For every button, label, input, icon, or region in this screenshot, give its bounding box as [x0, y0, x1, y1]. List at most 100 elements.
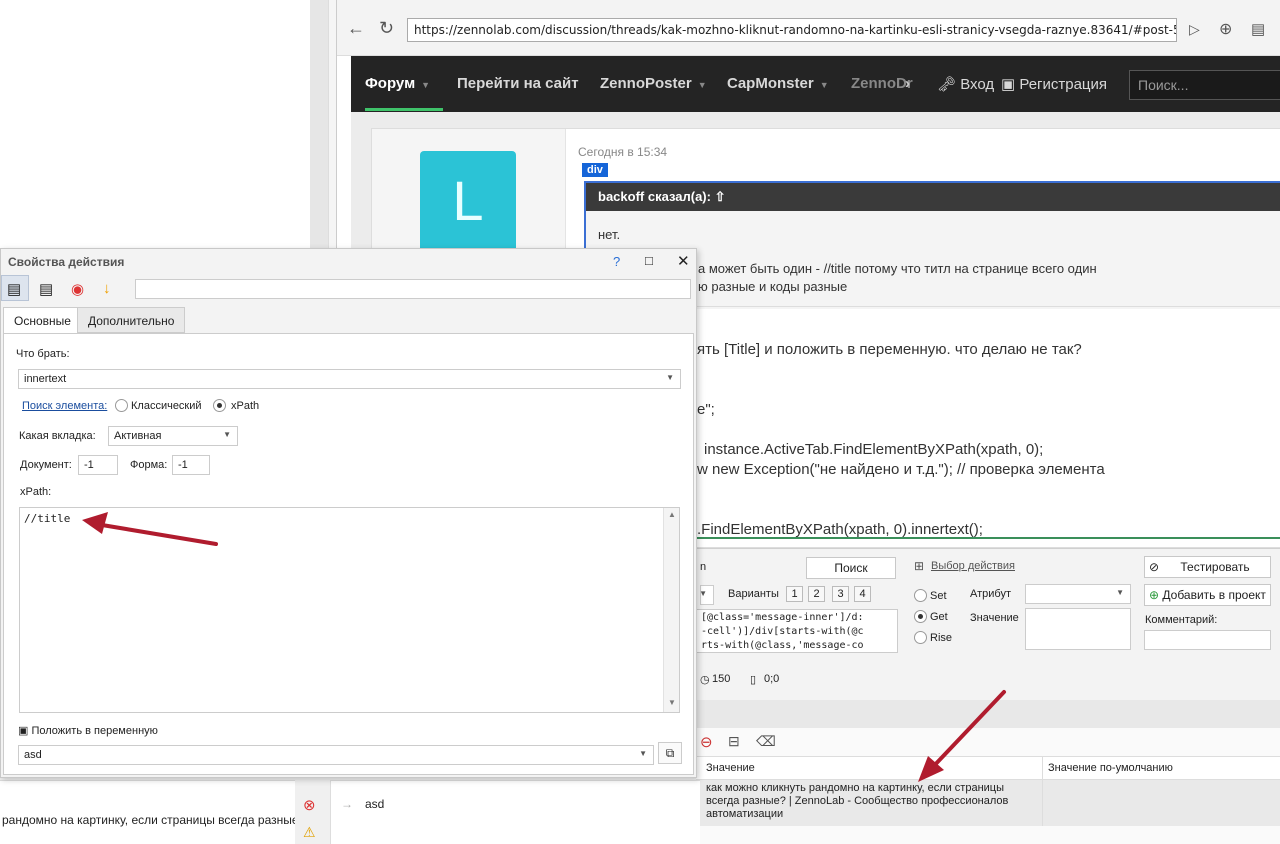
warning-icon[interactable]: ⚠ — [303, 824, 316, 841]
chevron-down-icon: ▼ — [697, 80, 707, 90]
what-to-take-label: Что брать: — [16, 348, 70, 360]
chevron-down-icon: ▼ — [819, 80, 829, 90]
variant-3[interactable]: 3 — [832, 586, 849, 602]
login-link[interactable]: 🗝 Вход — [937, 75, 994, 93]
forum-search-input[interactable]: Поиск... — [1129, 70, 1280, 100]
arrow-right-icon: → — [341, 797, 353, 811]
xpath-label: xPath: — [20, 486, 52, 498]
variable-select[interactable]: asd ▼ — [18, 745, 654, 765]
radio-xpath[interactable] — [213, 399, 226, 412]
code-line: [@class='message-inner']/d: — [701, 612, 864, 623]
attribute-select[interactable]: ▼ — [1025, 584, 1131, 604]
variables-panel: ⊖ ⊟ ⌫ Значение Значение по-умолчанию как… — [696, 728, 1280, 844]
document-label: Документ: — [20, 459, 72, 471]
tab-select-value: Активная — [114, 430, 162, 442]
radio-classic[interactable] — [115, 399, 128, 412]
nav-site[interactable]: Перейти на сайт — [457, 75, 579, 92]
play-icon[interactable]: ▷ — [1189, 21, 1200, 38]
variant-1[interactable]: 1 — [786, 586, 803, 602]
avatar[interactable]: L — [420, 151, 516, 251]
help-button[interactable]: ? — [613, 254, 620, 269]
log-panel: рандомно на картинку, если страницы всег… — [0, 780, 330, 844]
variable-name[interactable]: asd — [365, 797, 384, 811]
eraser-icon[interactable]: ⌫ — [756, 733, 776, 750]
post-text: instance.ActiveTab.FindElementByXPath(xp… — [704, 441, 1044, 458]
address-bar: ← ↻ https://zennolab.com/discussion/thre… — [337, 0, 1280, 56]
radio-set[interactable] — [914, 589, 927, 602]
xpath-code-box[interactable]: [@class='message-inner']/d: -cell')]/div… — [696, 609, 898, 653]
scrollbar[interactable]: ▲ ▼ — [663, 508, 679, 712]
radio-rise-label: Rise — [930, 632, 953, 644]
copy-icon[interactable]: ⧉ — [658, 742, 682, 764]
register-link[interactable]: ▣ Регистрация — [1001, 75, 1107, 93]
arrow-up-icon: ⇧ — [714, 189, 726, 204]
active-indicator — [365, 108, 443, 111]
chevron-down-icon: ▼ — [421, 80, 431, 90]
code-line: -cell')]/div[starts-with(@c — [701, 626, 864, 637]
action-properties-dialog: Свойства действия ? □ ✕ ▤ ▤ ◉ ↓ Основные… — [0, 248, 697, 778]
document-input[interactable]: -1 — [78, 455, 118, 475]
grid-icon: ⊞ — [914, 559, 925, 573]
url-input[interactable]: https://zennolab.com/discussion/threads/… — [407, 18, 1177, 42]
nav-zennodroid[interactable]: ZennoDr — [851, 75, 913, 92]
choose-action-link[interactable]: Выбор действия — [931, 560, 1015, 572]
add-to-project-button[interactable]: ⊕ Добавить в проект — [1144, 584, 1271, 606]
mouse-icon: ▯ — [750, 674, 757, 686]
nav-forum[interactable]: Форум ▼ — [365, 75, 430, 92]
element-tag-badge: div — [582, 163, 608, 177]
column-default[interactable]: Значение по-умолчанию — [1048, 762, 1173, 774]
tab-extra[interactable]: Дополнительно — [77, 307, 186, 333]
variant-4[interactable]: 4 — [854, 586, 871, 602]
table-row[interactable]: как можно кликнуть рандомно на картинку,… — [696, 780, 1042, 826]
quote-header[interactable]: backoff сказал(а): ⇧ — [586, 183, 1280, 211]
dropdown[interactable]: ▼ — [699, 585, 714, 605]
nav-forum-label: Форум — [365, 75, 416, 92]
xpath-textarea[interactable]: //title ▲ ▼ — [19, 507, 680, 713]
tab-select[interactable]: Активная ▼ — [108, 426, 238, 446]
search-button[interactable]: Поиск — [806, 557, 896, 579]
what-to-take-select[interactable]: innertext ▼ — [18, 369, 681, 389]
chevron-right-icon[interactable]: › — [905, 75, 910, 92]
comment-field[interactable] — [1144, 630, 1271, 650]
error-icon[interactable]: ⊗ — [303, 796, 316, 814]
blank-area — [0, 0, 310, 248]
search-element-link[interactable]: Поиск элемента: — [22, 400, 107, 412]
coords-value: 0;0 — [764, 673, 780, 685]
panel-icon[interactable]: ⊟ — [728, 733, 740, 750]
scrollbar[interactable] — [310, 0, 328, 248]
table-cell[interactable] — [1042, 780, 1280, 826]
remove-icon[interactable]: ⊖ — [700, 733, 713, 751]
timer-value: 150 — [712, 673, 731, 685]
tab-main[interactable]: Основные — [3, 307, 82, 334]
save-icon: ▣ — [18, 725, 32, 737]
attribute-label: Атрибут — [970, 588, 1011, 600]
nav-zennoposter[interactable]: ZennoPoster ▼ — [600, 75, 707, 92]
value-field[interactable] — [1025, 608, 1131, 650]
close-button[interactable]: ✕ — [677, 252, 690, 270]
panel-label: n — [700, 561, 707, 573]
chevron-down-icon: ▼ — [639, 749, 647, 758]
arrow-down-icon[interactable]: ↓ — [103, 280, 111, 297]
maximize-button[interactable]: □ — [645, 253, 653, 268]
list-settings-icon[interactable]: ▤ — [7, 280, 21, 298]
add-icon[interactable]: ⊕ — [1219, 19, 1232, 39]
page-icon[interactable]: ▤ — [1251, 20, 1265, 38]
post-date[interactable]: Сегодня в 15:34 — [578, 145, 667, 159]
column-value[interactable]: Значение — [706, 762, 755, 774]
nav-capmonster[interactable]: CapMonster ▼ — [727, 75, 829, 92]
code-line: rts-with(@class,'message-co — [701, 640, 864, 651]
action-name-input[interactable] — [135, 279, 691, 299]
radio-get[interactable] — [914, 610, 927, 623]
edit-list-icon[interactable]: ▤ — [39, 280, 53, 298]
reload-icon[interactable]: ↻ — [379, 18, 394, 39]
form-input[interactable]: -1 — [172, 455, 210, 475]
value-label: Значение — [970, 612, 1019, 624]
xpath-value: //title — [24, 512, 71, 525]
scroll-down-icon[interactable]: ▼ — [668, 698, 676, 707]
record-icon[interactable]: ◉ — [71, 280, 84, 298]
scroll-up-icon[interactable]: ▲ — [668, 510, 676, 519]
radio-rise[interactable] — [914, 631, 927, 644]
back-icon[interactable]: ← — [347, 18, 365, 39]
test-button[interactable]: ⊘ Тестировать — [1144, 556, 1271, 578]
variant-2[interactable]: 2 — [808, 586, 825, 602]
